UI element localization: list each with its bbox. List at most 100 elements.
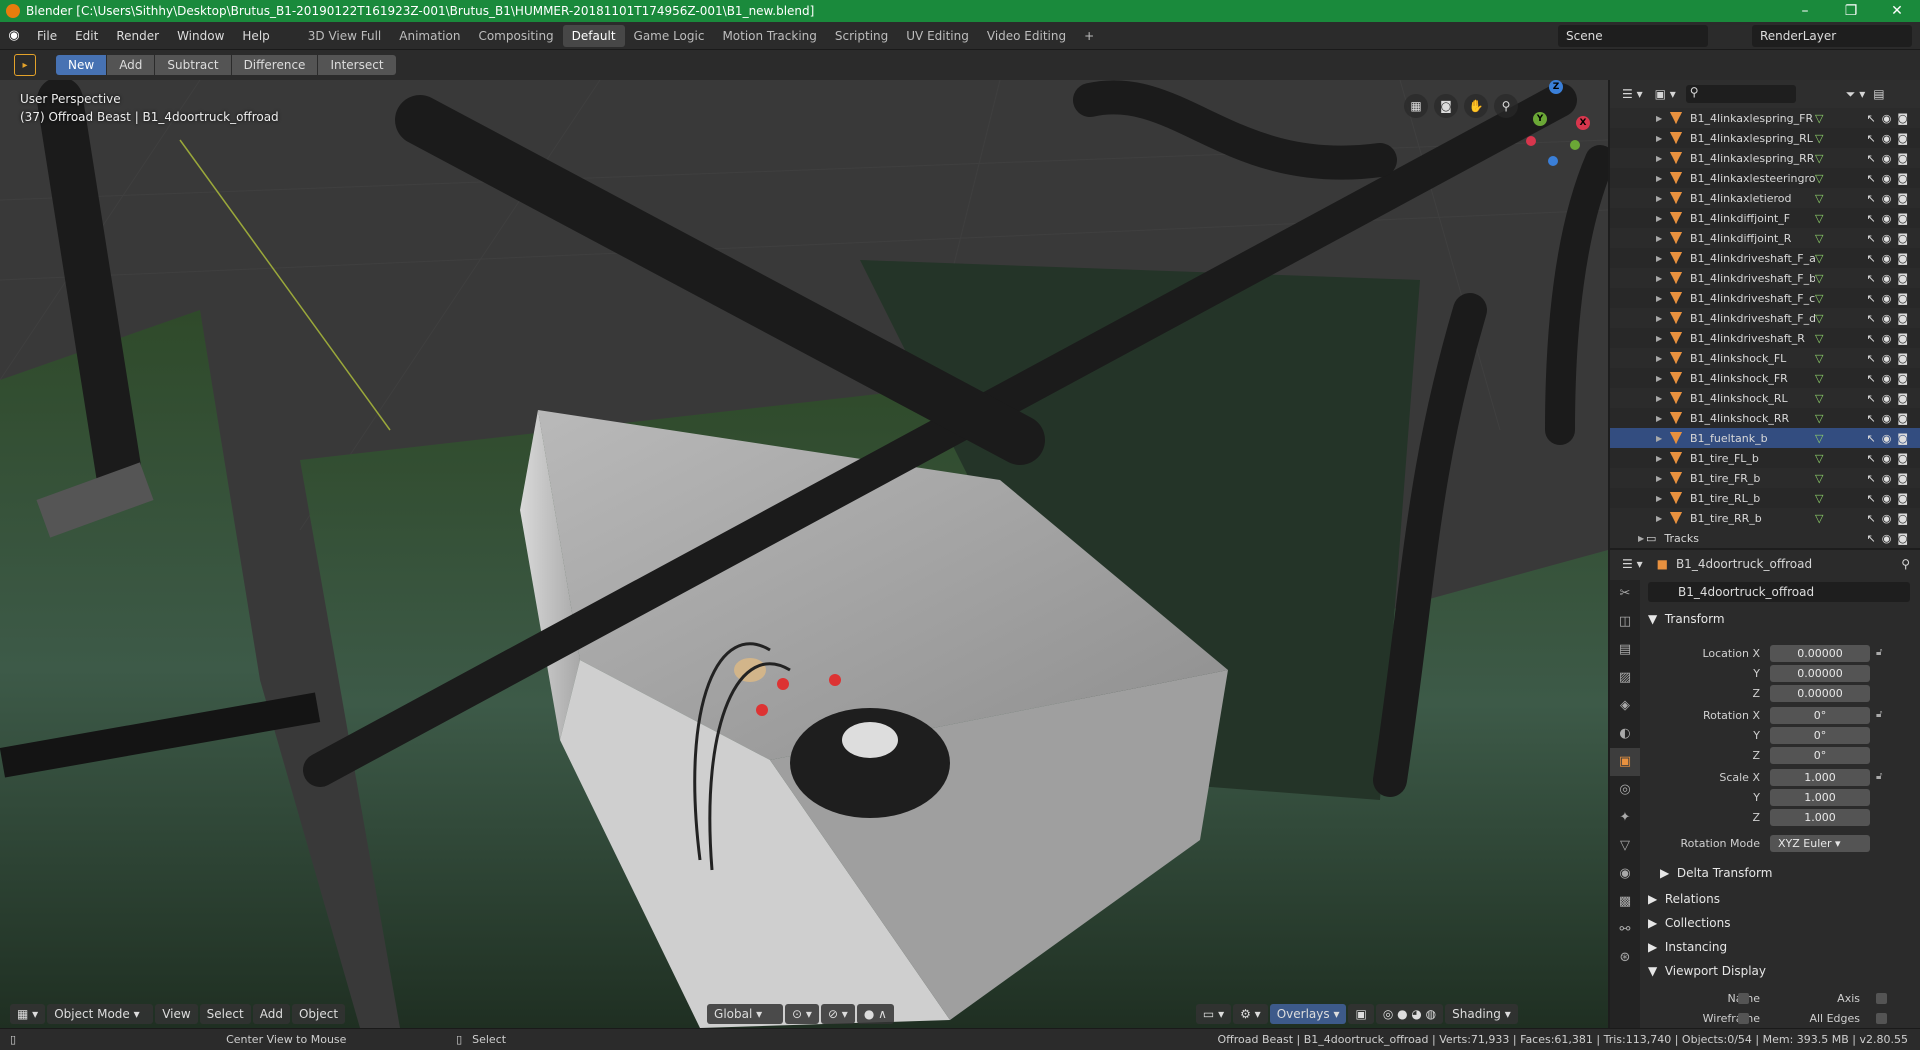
select-box-tool-icon[interactable]: ▸ <box>14 54 36 76</box>
expand-arrow-icon[interactable]: ▶ <box>1656 414 1662 423</box>
mesh-data-icon[interactable]: ▽ <box>1815 172 1823 185</box>
expand-arrow-icon[interactable]: ▶ <box>1656 394 1662 403</box>
lock-icon[interactable]: 🔓︎ <box>1876 647 1882 658</box>
pan-hand-icon[interactable]: ✋ <box>1464 94 1488 118</box>
mesh-data-icon[interactable]: ▽ <box>1815 232 1823 245</box>
menu-file[interactable]: File <box>28 29 66 43</box>
object-mode-dropdown[interactable]: Object Mode ▾ <box>47 1004 154 1024</box>
visibility-toggles-icon[interactable]: ↖◉◙ <box>1867 432 1915 445</box>
outliner-row[interactable]: ▶ B1_4linkdriveshaft_F_b ▽ ↖◉◙ <box>1610 268 1920 288</box>
expand-arrow-icon[interactable]: ▶ <box>1656 454 1662 463</box>
visibility-toggles-icon[interactable]: ↖◉◙ <box>1867 412 1915 425</box>
outliner-row[interactable]: ▶ B1_tire_FL_b ▽ ↖◉◙ <box>1610 448 1920 468</box>
menu-edit[interactable]: Edit <box>66 29 107 43</box>
scale-z-field[interactable]: 1.000 <box>1770 809 1870 826</box>
expand-arrow-icon[interactable]: ▶ <box>1656 274 1662 283</box>
location-x-field[interactable]: 0.00000 <box>1770 645 1870 662</box>
maximize-button[interactable]: ❐ <box>1828 3 1874 19</box>
menu-window[interactable]: Window <box>168 29 233 43</box>
editor-type-button[interactable]: ▦ ▾ <box>10 1004 46 1024</box>
tab-compositing[interactable]: Compositing <box>469 25 562 47</box>
output-tab-icon[interactable]: ▤ <box>1610 636 1640 664</box>
outliner-row[interactable]: ▶ B1_4linkaxlespring_RL ▽ ↖◉◙ <box>1610 128 1920 148</box>
gizmo-z-axis[interactable]: Z <box>1549 80 1563 94</box>
visibility-toggles-icon[interactable]: ↖◉◙ <box>1867 372 1915 385</box>
visibility-toggles-icon[interactable]: ↖◉◙ <box>1867 452 1915 465</box>
camera-view-icon[interactable]: ◙ <box>1434 94 1458 118</box>
visibility-toggles-icon[interactable]: ↖◉◙ <box>1867 212 1915 225</box>
mesh-data-icon[interactable]: ▽ <box>1815 212 1823 225</box>
location-z-field[interactable]: 0.00000 <box>1770 685 1870 702</box>
expand-arrow-icon[interactable]: ▶ <box>1656 494 1662 503</box>
outliner-row[interactable]: ▶ B1_4linkdriveshaft_F_d ▽ ↖◉◙ <box>1610 308 1920 328</box>
instancing-panel-header[interactable]: ▶ Instancing <box>1648 940 1727 954</box>
expand-arrow-icon[interactable]: ▶ <box>1656 154 1662 163</box>
modifiers-tab-icon[interactable]: ✦ <box>1610 804 1640 832</box>
expand-arrow-icon[interactable]: ▶ <box>1656 474 1662 483</box>
tab-motion-tracking[interactable]: Motion Tracking <box>713 25 825 47</box>
outliner-row[interactable]: ▶ B1_4linkshock_RL ▽ ↖◉◙ <box>1610 388 1920 408</box>
view-layer-tab-icon[interactable]: ▨ <box>1610 664 1640 692</box>
visibility-toggles-icon[interactable]: ↖◉◙ <box>1867 492 1915 505</box>
outliner-row[interactable]: ▶ B1_4linkshock_FL ▽ ↖◉◙ <box>1610 348 1920 368</box>
gizmo-neg-y-dot[interactable] <box>1570 140 1580 150</box>
visibility-toggles-icon[interactable]: ↖◉◙ <box>1867 392 1915 405</box>
mesh-data-icon[interactable]: ▽ <box>1815 192 1823 205</box>
mode-add-button[interactable]: Add <box>107 55 155 75</box>
expand-arrow-icon[interactable]: ▶ <box>1656 334 1662 343</box>
overlays-dropdown[interactable]: Overlays ▾ <box>1269 1004 1347 1024</box>
outliner-row[interactable]: ▶ B1_fueltank_b ▽ ↖◉◙ <box>1610 428 1920 448</box>
visibility-toggles-icon[interactable]: ↖◉◙ <box>1867 472 1915 485</box>
mode-difference-button[interactable]: Difference <box>231 55 318 75</box>
expand-arrow-icon[interactable]: ▶ <box>1656 514 1662 523</box>
tab-uv-editing[interactable]: UV Editing <box>897 25 978 47</box>
menu-render[interactable]: Render <box>107 29 168 43</box>
tab-game-logic[interactable]: Game Logic <box>625 25 714 47</box>
rotation-mode-dropdown[interactable]: XYZ Euler ▾ <box>1770 835 1870 852</box>
visibility-toggles-icon[interactable]: ↖◉◙ <box>1867 252 1915 265</box>
scene-tab-icon[interactable]: ◈ <box>1610 692 1640 720</box>
visibility-toggles-icon[interactable]: ↖◉◙ <box>1867 532 1915 545</box>
select-menu[interactable]: Select <box>199 1004 251 1024</box>
gizmo-neg-z-dot[interactable] <box>1548 156 1558 166</box>
visibility-toggles-icon[interactable]: ↖◉◙ <box>1867 512 1915 525</box>
visibility-toggles-icon[interactable]: ↖◉◙ <box>1867 152 1915 165</box>
properties-editor-type-icon[interactable]: ☰ ▾ <box>1622 557 1643 571</box>
expand-arrow-icon[interactable]: ▶ <box>1656 314 1662 323</box>
expand-arrow-icon[interactable]: ▶ <box>1638 534 1644 543</box>
tool-tab-icon[interactable]: ✂ <box>1610 580 1640 608</box>
close-button[interactable]: ✕ <box>1874 3 1920 19</box>
outliner-search-input[interactable]: ⚲ <box>1685 85 1796 103</box>
3d-viewport[interactable]: User Perspective (37) Offroad Beast | B1… <box>0 80 1608 1028</box>
display-mode-icon[interactable]: ▣ ▾ <box>1655 87 1676 101</box>
visibility-toggles-icon[interactable]: ↖◉◙ <box>1867 332 1915 345</box>
mesh-data-icon[interactable]: ▽ <box>1815 112 1823 125</box>
visibility-toggles-icon[interactable]: ↖◉◙ <box>1867 312 1915 325</box>
mesh-data-icon[interactable]: ▽ <box>1815 352 1823 365</box>
expand-arrow-icon[interactable]: ▶ <box>1656 134 1662 143</box>
tab-video-editing[interactable]: Video Editing <box>978 25 1075 47</box>
outliner-row[interactable]: ▶ B1_4linkdriveshaft_R ▽ ↖◉◙ <box>1610 328 1920 348</box>
gizmo-y-axis[interactable]: Y <box>1533 112 1547 126</box>
minimize-button[interactable]: – <box>1782 3 1828 19</box>
material-tab-icon[interactable]: ◉ <box>1610 860 1640 888</box>
expand-arrow-icon[interactable]: ▶ <box>1656 234 1662 243</box>
mesh-data-icon[interactable]: ▽ <box>1815 512 1823 525</box>
expand-arrow-icon[interactable]: ▶ <box>1656 194 1662 203</box>
outliner-row[interactable]: ▶ B1_4linkshock_RR ▽ ↖◉◙ <box>1610 408 1920 428</box>
outliner-row[interactable]: ▶ B1_4linkdiffjoint_R ▽ ↖◉◙ <box>1610 228 1920 248</box>
visibility-toggles-icon[interactable]: ↖◉◙ <box>1867 192 1915 205</box>
outliner-row[interactable]: ▶ B1_4linkaxlespring_FR ▽ ↖◉◙ <box>1610 108 1920 128</box>
expand-arrow-icon[interactable]: ▶ <box>1656 434 1662 443</box>
name-checkbox[interactable] <box>1738 993 1749 1004</box>
mesh-data-icon[interactable]: ▽ <box>1815 452 1823 465</box>
pin-icon[interactable]: ⚲ <box>1901 557 1910 571</box>
filter-icon[interactable]: ⏷ ▾ <box>1846 87 1865 102</box>
transform-panel-header[interactable]: ▼ Transform <box>1648 612 1725 626</box>
scene-selector[interactable]: Scene <box>1558 25 1708 47</box>
visibility-toggles-icon[interactable]: ↖◉◙ <box>1867 272 1915 285</box>
outliner-row[interactable]: ▶ B1_4linkdiffjoint_F ▽ ↖◉◙ <box>1610 208 1920 228</box>
collections-panel-header[interactable]: ▶ Collections <box>1648 916 1730 930</box>
axis-checkbox[interactable] <box>1876 993 1887 1004</box>
scale-x-field[interactable]: 1.000 <box>1770 769 1870 786</box>
